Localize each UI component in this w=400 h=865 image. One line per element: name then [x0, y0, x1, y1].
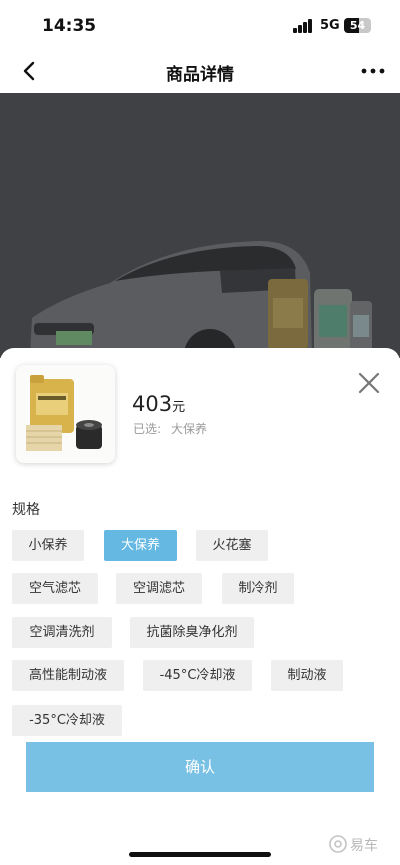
spec-selection-sheet: 403元 已选: 大保养 规格 小保养 大保养 火花塞 空气滤芯 空调滤芯 制冷剂…	[0, 348, 400, 865]
spec-option-small-maintenance[interactable]: 小保养	[12, 530, 84, 561]
watermark-logo-icon	[329, 835, 347, 853]
watermark: 易车	[328, 834, 378, 856]
battery-level: 54	[349, 19, 366, 32]
page-title: 商品详情	[166, 65, 234, 85]
close-icon[interactable]	[356, 370, 382, 396]
selected-value: 大保养	[171, 422, 208, 436]
engine-oil-and-filters-photo	[16, 365, 115, 463]
signal-icon	[293, 19, 315, 33]
product-hero-image	[0, 93, 400, 358]
confirm-button[interactable]: 确认	[26, 742, 374, 792]
status-time: 14:35	[42, 16, 97, 36]
more-horizontal-icon[interactable]	[360, 61, 386, 81]
spec-option-refrigerant[interactable]: 制冷剂	[222, 573, 294, 604]
watermark-text: 易车	[350, 838, 378, 854]
home-indicator[interactable]	[129, 852, 271, 857]
spec-option-deodorizer[interactable]: 抗菌除臭净化剂	[130, 617, 254, 648]
spec-option-brake-fluid[interactable]: 制动液	[271, 660, 343, 691]
spec-option-cabin-filter[interactable]: 空调滤芯	[116, 573, 202, 604]
spec-section-title: 规格	[12, 502, 40, 518]
spec-option-major-maintenance[interactable]: 大保养	[104, 530, 177, 561]
spec-option-high-performance-brake-fluid[interactable]: 高性能制动液	[12, 660, 124, 691]
spec-option-air-filter[interactable]: 空气滤芯	[12, 573, 98, 604]
selected-label: 已选:	[133, 422, 162, 436]
status-bar: 14:35 5G 54	[0, 0, 400, 50]
spec-option-spark-plug[interactable]: 火花塞	[196, 530, 268, 561]
car-and-products-photo	[30, 241, 372, 358]
product-thumbnail	[16, 365, 115, 463]
price-value: 403	[132, 392, 173, 416]
product-price: 403元	[132, 392, 185, 416]
network-type: 5G	[320, 18, 340, 33]
spec-option-coolant-minus-35[interactable]: -35°C冷却液	[12, 705, 122, 736]
spec-option-coolant-minus-45[interactable]: -45°C冷却液	[143, 660, 252, 691]
spec-option-ac-cleaner[interactable]: 空调清洗剂	[12, 617, 112, 648]
selected-spec: 已选: 大保养	[133, 420, 207, 437]
battery-icon: 54	[344, 18, 371, 33]
nav-bar: 商品详情	[0, 50, 400, 93]
price-unit: 元	[172, 400, 186, 415]
